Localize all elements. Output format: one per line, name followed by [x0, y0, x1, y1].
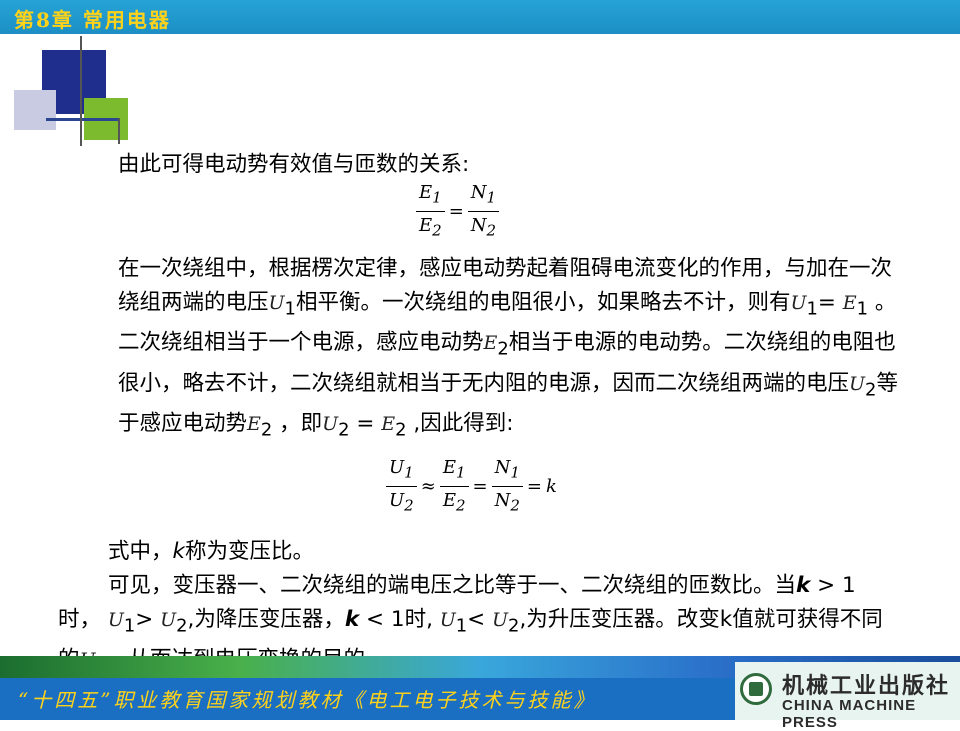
var-e: E [381, 412, 396, 435]
eq-var-k: k [545, 476, 557, 498]
eq-sub: 2 [432, 221, 442, 240]
p3-text-2: 称为变压比。 [184, 539, 314, 565]
eq-operator: ≈ [420, 476, 436, 498]
eq-var: N [494, 457, 511, 478]
sub: 2 [395, 419, 407, 441]
fraction-u: U1 U2 [386, 455, 417, 519]
sub: 1 [123, 615, 136, 637]
var-u: U [492, 609, 509, 632]
p3-text-1: 式中， [108, 539, 173, 565]
fraction-e: E1 E2 [416, 180, 445, 244]
var-k: k [796, 573, 811, 599]
deco-vline [80, 36, 82, 146]
p2-text-3: = [817, 290, 843, 315]
eq-operator: = [448, 201, 464, 223]
eq-sub: 2 [486, 221, 497, 240]
eq-operator: = [526, 476, 542, 498]
var-u: U [849, 372, 866, 395]
var-u: U [268, 292, 285, 314]
p4-text-3: > [135, 607, 161, 633]
p4-text-5: < 1时, [359, 607, 440, 633]
para-relation-intro: 由此可得电动势有效值与匝数的关系: [118, 152, 470, 177]
sub: 1 [856, 298, 869, 320]
eq-sub: 2 [510, 496, 520, 515]
var-e: E [483, 332, 498, 355]
var-u: U [439, 609, 456, 632]
eq-operator: = [472, 476, 488, 498]
fraction-n: N1 N2 [467, 180, 500, 244]
eq-sub: 1 [404, 463, 414, 482]
p4-text-1: 可见，变压器一、二次绕组的端电压之比等于一、二次绕组的匝数比。当 [108, 573, 797, 599]
p2-text-9: ,因此得到: [406, 410, 514, 436]
equation-voltage-ratio: U1 U2 ≈ E1 E2 = N1 N2 = k [386, 455, 557, 519]
sub: 1 [806, 298, 818, 320]
var-u: U [107, 609, 124, 632]
eq-sub: 1 [455, 463, 466, 482]
p2-text-2: 相平衡。一次绕组的电阻很小，如果略去不计，则有 [295, 290, 791, 315]
sub: 2 [260, 419, 273, 441]
eq-var: N [470, 182, 487, 203]
deco-hline [46, 118, 118, 121]
sub: 2 [508, 615, 520, 637]
eq-var: E [419, 182, 433, 203]
eq-var: E [442, 457, 456, 478]
publisher-name-cn: 机械工业出版社 [782, 674, 951, 699]
var-e: E [247, 412, 261, 435]
eq-var: E [442, 489, 456, 511]
var-u: U [322, 412, 339, 435]
p4-text-6: < [467, 607, 493, 633]
textbook-series-label: “十四五”职业教育国家规划教材《电工电子技术与技能》 [18, 688, 597, 712]
header-bar: 第8章 常用电器 [0, 0, 960, 34]
eq-var: E [419, 214, 433, 236]
var-k: k [172, 539, 185, 565]
eq-sub: 2 [404, 496, 414, 515]
deco-light-square [14, 90, 56, 130]
sub: 1 [455, 615, 468, 637]
deco-vline-2 [118, 118, 120, 144]
sub: 1 [284, 298, 296, 320]
sub: 2 [865, 378, 877, 400]
fraction-e: E1 E2 [439, 455, 469, 519]
sub: 2 [497, 338, 509, 360]
eq-sub: 2 [455, 496, 466, 515]
eq-var: U [389, 489, 405, 511]
var-e: E [842, 292, 857, 314]
eq-var: U [389, 457, 405, 478]
para-ratio-definition: 式中，k称为变压比。 [58, 535, 898, 569]
equation-emf-turns: E1 E2 = N1 N2 [416, 180, 500, 244]
eq-var: N [494, 489, 511, 511]
sub: 2 [176, 615, 188, 637]
publisher-logo-mark [749, 682, 763, 696]
eq-sub: 1 [432, 188, 442, 207]
var-k: k [344, 607, 360, 633]
var-u: U [790, 292, 807, 314]
eq-sub: 1 [486, 188, 497, 207]
sub: 2 [338, 419, 350, 441]
p4-text-4: ,为降压变压器， [187, 607, 345, 633]
p2-text-7: ，即 [272, 410, 323, 436]
chapter-title: 第8章 常用电器 [14, 8, 171, 32]
var-u: U [160, 609, 177, 632]
para-winding-explanation: 在一次绕组中，根据楞次定律，感应电动势起着阻碍电流变化的作用，与加在一次绕组两端… [58, 252, 898, 447]
eq-var: N [470, 214, 487, 236]
p2-text-8: = [349, 410, 382, 436]
publisher-name-en: CHINA MACHINE PRESS [782, 697, 917, 731]
fraction-n: N1 N2 [491, 455, 523, 519]
eq-sub: 1 [510, 463, 520, 482]
